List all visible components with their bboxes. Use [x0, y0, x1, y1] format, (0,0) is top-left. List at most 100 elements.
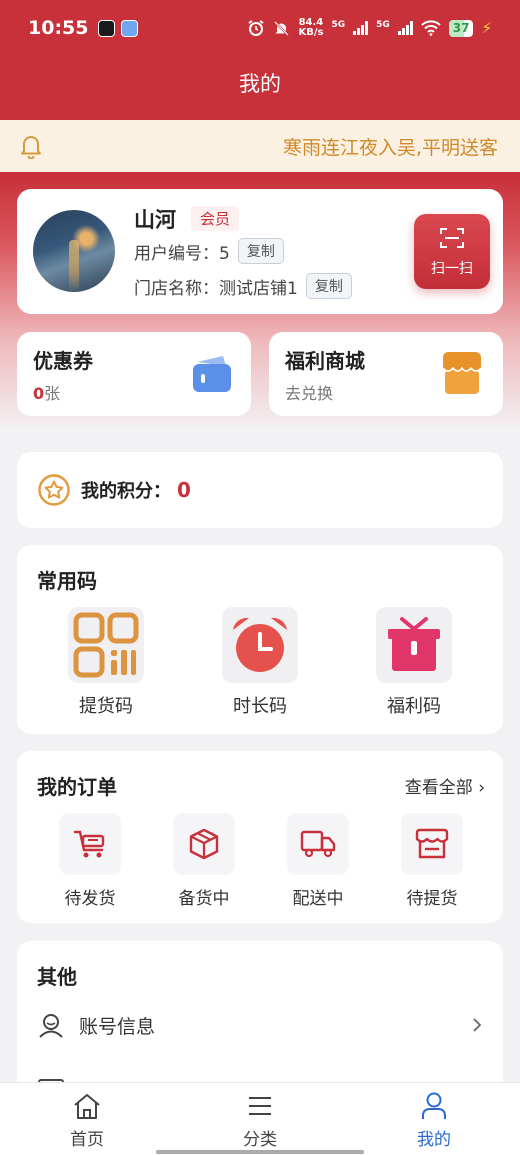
order-delivering-item[interactable]: 配送中 [268, 813, 368, 909]
bottom-tab-bar: 首页 分类 我的 [0, 1082, 520, 1155]
see-all-orders-link[interactable]: 查看全部 › [405, 773, 485, 798]
package-icon [189, 828, 219, 860]
pickup-code-label: 提货码 [79, 696, 133, 717]
chevron-right-icon: › [472, 778, 485, 798]
qr-code-icon [73, 612, 139, 678]
account-info-row[interactable]: 账号信息 [37, 1005, 483, 1045]
tab-mine[interactable]: 我的 [384, 1091, 484, 1150]
welfare-mall-card[interactable]: 福利商城 去兑换 [269, 332, 503, 416]
bell-icon [21, 136, 41, 159]
page-title: 我的 [239, 72, 281, 96]
coupons-count-value: 0 [33, 384, 45, 403]
store-name-label: 门店名称： [134, 278, 219, 299]
home-icon [74, 1094, 100, 1119]
my-orders-card: 我的订单 查看全部 › 待发货 备货中 配送中 待提货 [17, 751, 503, 923]
order-delivering-label: 配送中 [292, 889, 344, 909]
status-bar: 10:55 84.4 KB/s 5G 5G 37 ⚡ [0, 0, 520, 56]
app-notification-icon [121, 19, 139, 37]
user-icon [39, 1014, 63, 1038]
mute-icon [274, 20, 290, 36]
coupons-count-unit: 张 [44, 384, 61, 403]
network-speed: 84.4 KB/s [298, 18, 323, 38]
notice-bar[interactable]: 寒雨连江夜入吴,平明送客 [0, 120, 520, 172]
app-notification-icon [98, 19, 116, 37]
welfare-code-label: 福利码 [387, 696, 441, 717]
order-pickup-item[interactable]: 待提货 [382, 813, 482, 909]
coupons-count: 0张 [33, 380, 60, 404]
welfare-mall-title: 福利商城 [285, 349, 365, 373]
scan-button[interactable]: 扫一扫 [414, 214, 490, 289]
common-codes-title: 常用码 [37, 569, 97, 593]
gift-box-icon [388, 617, 440, 671]
duration-code-item[interactable]: 时长码 [205, 607, 315, 718]
tab-mine-label: 我的 [417, 1130, 451, 1150]
order-preparing-tile [173, 813, 235, 875]
account-info-label: 账号信息 [79, 1015, 156, 1038]
pickup-code-item[interactable]: 提货码 [51, 607, 161, 718]
charging-icon: ⚡ [481, 19, 492, 37]
tab-category-label: 分类 [243, 1130, 277, 1150]
user-id-value: 5 [219, 243, 230, 264]
order-pickup-label: 待提货 [406, 889, 458, 909]
avatar[interactable] [33, 210, 115, 292]
points-label: 我的积分： [81, 481, 171, 502]
order-to-ship-item[interactable]: 待发货 [40, 813, 140, 909]
member-badge: 会员 [191, 206, 240, 231]
my-orders-title: 我的订单 [37, 775, 117, 799]
chevron-right-icon [473, 1018, 482, 1032]
home-indicator[interactable] [156, 1150, 364, 1154]
order-pickup-tile [401, 813, 463, 875]
signal-icon [397, 21, 413, 35]
user-id-label: 用户编号： [134, 243, 219, 264]
scan-label: 扫一扫 [431, 260, 473, 277]
network-type-1: 5G [331, 20, 346, 30]
truck-icon [300, 830, 336, 858]
alarm-icon [248, 20, 265, 36]
wifi-icon [421, 20, 441, 36]
tab-category[interactable]: 分类 [210, 1091, 310, 1150]
star-badge-icon [38, 474, 70, 506]
shop-icon [442, 352, 482, 394]
battery-icon: 37 [448, 19, 474, 37]
order-delivering-tile [287, 813, 349, 875]
status-time: 10:55 [28, 17, 89, 39]
tab-home[interactable]: 首页 [37, 1091, 137, 1150]
notice-text: 寒雨连江夜入吴,平明送客 [283, 137, 499, 159]
network-type-2: 5G [376, 20, 390, 30]
signal-icon [353, 21, 369, 35]
order-preparing-label: 备货中 [178, 889, 230, 909]
other-title: 其他 [37, 965, 77, 989]
status-indicators: 84.4 KB/s 5G 5G 37 ⚡ [247, 18, 492, 38]
coupons-card[interactable]: 优惠券 0张 [17, 332, 251, 416]
store-name-row: 门店名称：测试店铺1 复制 [134, 273, 352, 299]
store-icon [415, 828, 449, 859]
alarm-clock-icon [233, 617, 287, 672]
profile-icon [422, 1092, 446, 1119]
common-codes-card: 常用码 提货码 时长码 福利码 [17, 545, 503, 734]
status-notification-icons [98, 19, 139, 37]
order-to-ship-label: 待发货 [64, 889, 116, 909]
copy-user-id-button[interactable]: 复制 [237, 238, 284, 264]
store-name-value: 测试店铺1 [219, 278, 298, 299]
copy-store-name-button[interactable]: 复制 [305, 273, 352, 299]
points-card[interactable]: 我的积分： 0 [17, 452, 503, 528]
coupons-title: 优惠券 [33, 349, 93, 373]
points-value: 0 [177, 478, 191, 502]
welfare-code-tile [376, 607, 452, 683]
pickup-code-tile [68, 607, 144, 683]
speed-unit: KB/s [298, 27, 324, 38]
user-name: 山河 [134, 208, 176, 232]
welfare-mall-sub: 去兑换 [285, 384, 334, 403]
order-to-ship-tile [59, 813, 121, 875]
tab-home-label: 首页 [70, 1130, 104, 1150]
see-all-label: 查看全部 [404, 778, 473, 798]
welfare-code-item[interactable]: 福利码 [359, 607, 469, 718]
wallet-icon [193, 356, 231, 392]
duration-code-tile [222, 607, 298, 683]
menu-icon [249, 1097, 271, 1115]
profile-card: 山河 会员 用户编号：5 复制 门店名称：测试店铺1 复制 扫一扫 [17, 189, 503, 314]
order-preparing-item[interactable]: 备货中 [154, 813, 254, 909]
battery-level: 37 [452, 20, 470, 35]
duration-code-label: 时长码 [233, 696, 287, 717]
scan-icon [440, 227, 464, 248]
